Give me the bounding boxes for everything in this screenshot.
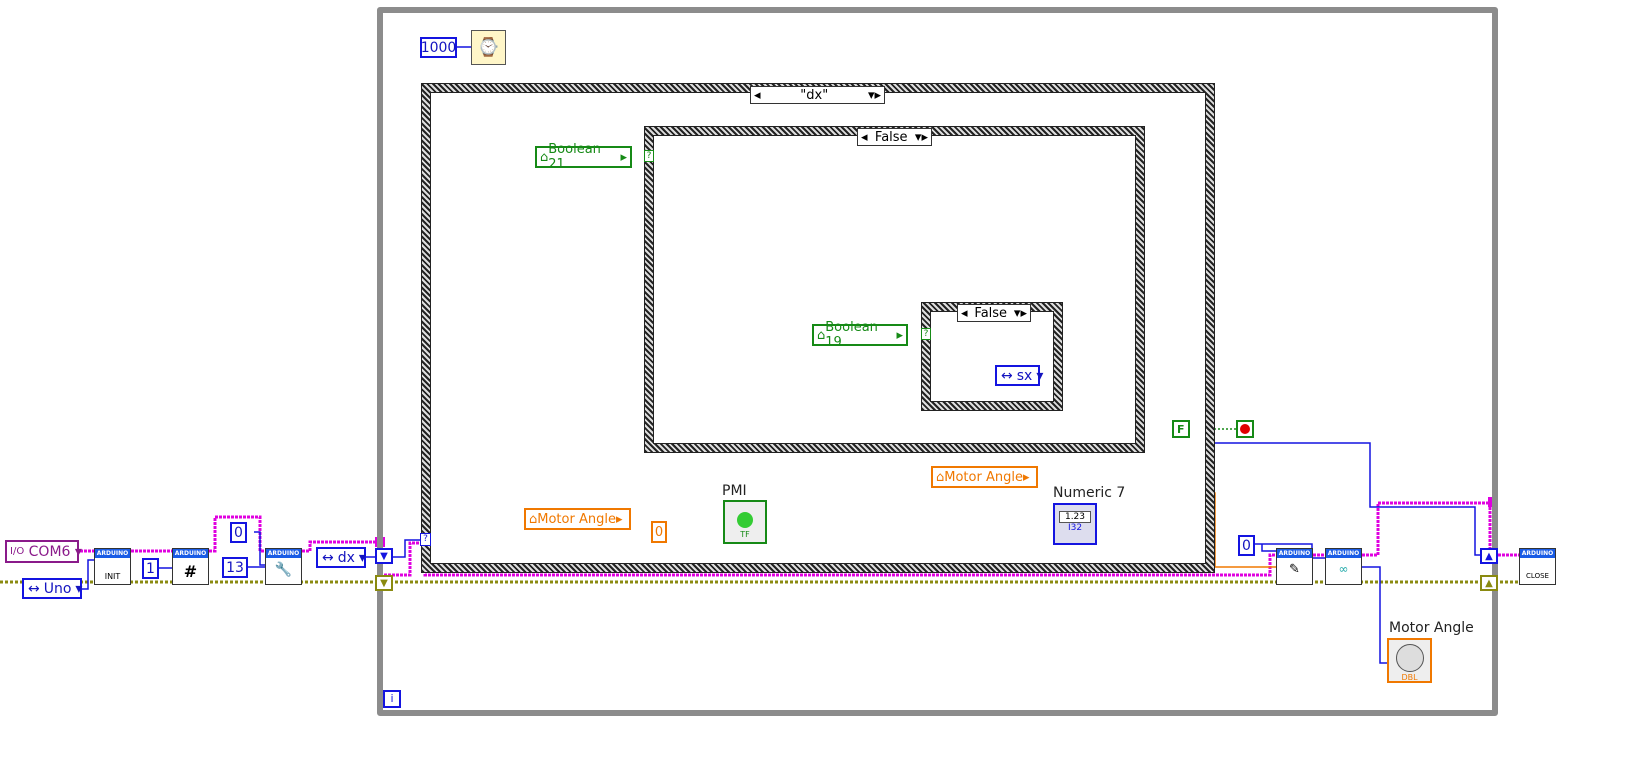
case-selector-inner[interactable]: ◂ False ▾▸	[857, 128, 932, 146]
label: Boolean 19	[825, 320, 878, 350]
zero-constant[interactable]: 0	[651, 521, 667, 543]
header: ARDUINO	[1326, 549, 1361, 558]
stop-icon	[1240, 424, 1250, 434]
label: Boolean 21	[548, 142, 601, 172]
value: 1.23	[1059, 511, 1091, 523]
init-label: INIT	[104, 572, 121, 581]
const-13[interactable]: 13	[222, 557, 248, 578]
false-constant[interactable]: F	[1172, 420, 1190, 438]
boolean19-local[interactable]: ⌂ Boolean 19 ▸	[812, 320, 908, 350]
type: TF	[740, 530, 750, 539]
label: dx	[337, 549, 355, 566]
pin-icon: #	[183, 562, 198, 581]
header: ARDUINO	[1520, 549, 1555, 558]
motor-angle-gauge-label: Motor Angle	[1389, 620, 1474, 636]
shift-register-left-enum[interactable]: ▼	[375, 548, 393, 564]
wait-timer-icon[interactable]: ⌚	[471, 30, 506, 65]
case-selector-terminal: ?	[644, 150, 654, 162]
sx-enum[interactable]: ↔ sx ▾	[995, 365, 1043, 386]
led-icon	[737, 512, 753, 528]
arduino-init-block[interactable]: ARDUINO INIT	[94, 548, 131, 585]
arduino-servo-write-block[interactable]: ARDUINO ✎	[1276, 548, 1313, 585]
label: COM6	[28, 543, 71, 560]
wait-ms-constant[interactable]: 1000	[420, 37, 457, 58]
selector-label: "dx"	[800, 87, 829, 103]
arduino-set-pin-block[interactable]: ARDUINO #	[172, 548, 209, 585]
const-0[interactable]: 0	[230, 522, 247, 543]
boolean21-local[interactable]: ⌂ Boolean 21 ▸	[535, 142, 632, 172]
case-selector-innermost[interactable]: ◂ False ▾▸	[957, 304, 1031, 322]
motor-angle-local-1[interactable]: ⌂ Motor Angle ▸	[931, 466, 1038, 488]
close-label: CLOSE	[1526, 572, 1549, 580]
pmi-label: PMI	[722, 483, 747, 499]
arduino-close-block[interactable]: ARDUINO CLOSE	[1519, 548, 1556, 585]
type: I32	[1067, 523, 1083, 533]
gauge-icon	[1395, 644, 1424, 672]
visa-resource-com6[interactable]: I/O COM6 ▾	[5, 540, 82, 563]
label: sx	[1016, 367, 1033, 384]
label: Motor Angle	[537, 511, 616, 527]
motor-angle-local-2[interactable]: ⌂ Motor Angle ▸	[524, 508, 631, 530]
shift-register-right-error[interactable]: ▲	[1480, 575, 1498, 591]
selector-label: False	[874, 129, 908, 145]
numeric7-terminal[interactable]: 1.23 I32	[1053, 503, 1097, 545]
dx-enum[interactable]: ↔ dx ▾	[316, 547, 366, 568]
header: ARDUINO	[1277, 549, 1312, 558]
pmi-led-indicator[interactable]: TF	[723, 500, 767, 544]
pencil-icon: ✎	[1289, 562, 1300, 577]
header: ARDUINO	[173, 549, 208, 558]
stop-terminal[interactable]	[1236, 420, 1254, 438]
numeric7-label: Numeric 7	[1053, 485, 1126, 501]
const-1[interactable]: 1	[142, 558, 159, 579]
arduino-servo-read-block[interactable]: ARDUINO ∞	[1325, 548, 1362, 585]
board-type-enum[interactable]: ↔ Uno ▾	[22, 578, 82, 599]
selector-label: False	[974, 305, 1008, 321]
arduino-servo-config-block[interactable]: ARDUINO 🔧	[265, 548, 302, 585]
iteration-terminal: i	[383, 690, 401, 708]
case-selector-terminal: ?	[921, 328, 931, 340]
glasses-icon: ∞	[1338, 562, 1349, 576]
shift-register-right-enum[interactable]: ▲	[1480, 548, 1498, 564]
label: Uno	[43, 580, 72, 597]
case-structure-inner[interactable]	[644, 126, 1145, 453]
label: Motor Angle	[944, 469, 1023, 485]
header: ARDUINO	[95, 549, 130, 558]
case-selector-terminal: ?	[420, 533, 431, 546]
motor-angle-gauge-terminal[interactable]: DBL	[1387, 638, 1432, 683]
wrench-icon: 🔧	[274, 562, 293, 578]
type: DBL	[1401, 673, 1418, 682]
header: ARDUINO	[266, 549, 301, 558]
right-const-0[interactable]: 0	[1238, 535, 1255, 556]
case-selector-dx[interactable]: ◂ "dx" ▾▸	[750, 86, 885, 104]
shift-register-left-error[interactable]: ▼	[375, 575, 393, 591]
